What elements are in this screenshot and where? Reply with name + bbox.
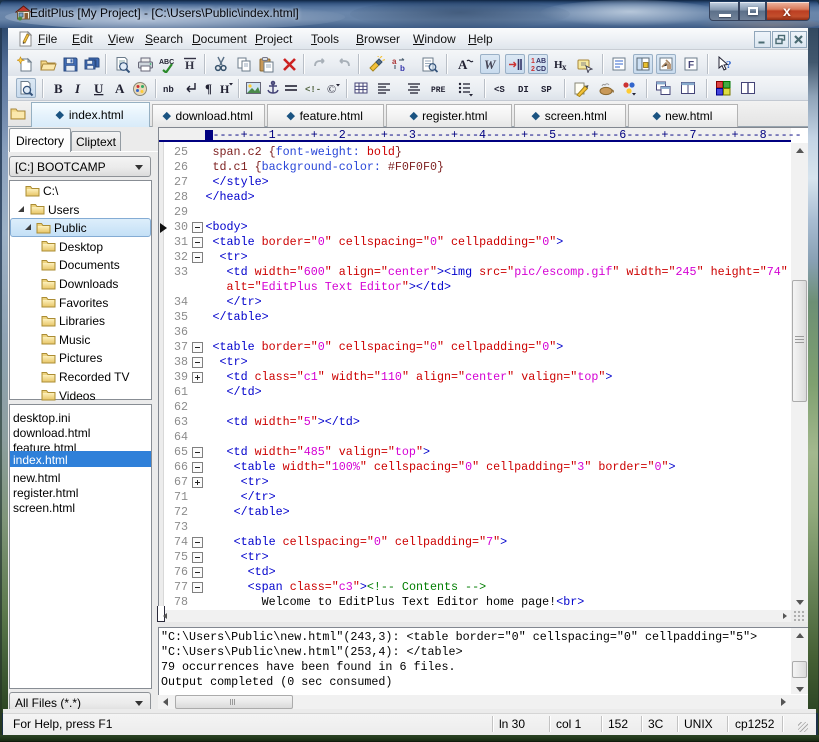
svg-text:H: H [220, 82, 230, 96]
svg-text:¶: ¶ [205, 81, 212, 96]
svg-text:PRE: PRE [431, 86, 446, 95]
svg-text:A: A [458, 57, 468, 72]
svg-text:a: a [392, 57, 397, 66]
svg-text:F: F [688, 60, 694, 71]
svg-text:x: x [562, 62, 567, 72]
svg-text:?: ? [726, 59, 732, 71]
svg-text:nb: nb [163, 85, 174, 95]
svg-text:2: 2 [531, 66, 535, 73]
svg-text:DI: DI [518, 85, 529, 95]
svg-text:A: A [115, 81, 125, 96]
svg-text:©: © [327, 82, 336, 96]
svg-text:<!-: <!- [305, 85, 321, 95]
svg-text:I: I [74, 81, 81, 96]
svg-text:1: 1 [531, 58, 535, 65]
svg-text:CD: CD [536, 66, 546, 73]
svg-text:B: B [54, 81, 63, 96]
svg-text:U: U [94, 81, 104, 96]
svg-text:SP: SP [541, 85, 552, 95]
svg-text:<S: <S [494, 85, 505, 95]
svg-text:H: H [185, 58, 195, 72]
svg-text:AB: AB [536, 58, 546, 65]
svg-text:b: b [400, 64, 405, 73]
svg-text:W: W [484, 57, 497, 72]
